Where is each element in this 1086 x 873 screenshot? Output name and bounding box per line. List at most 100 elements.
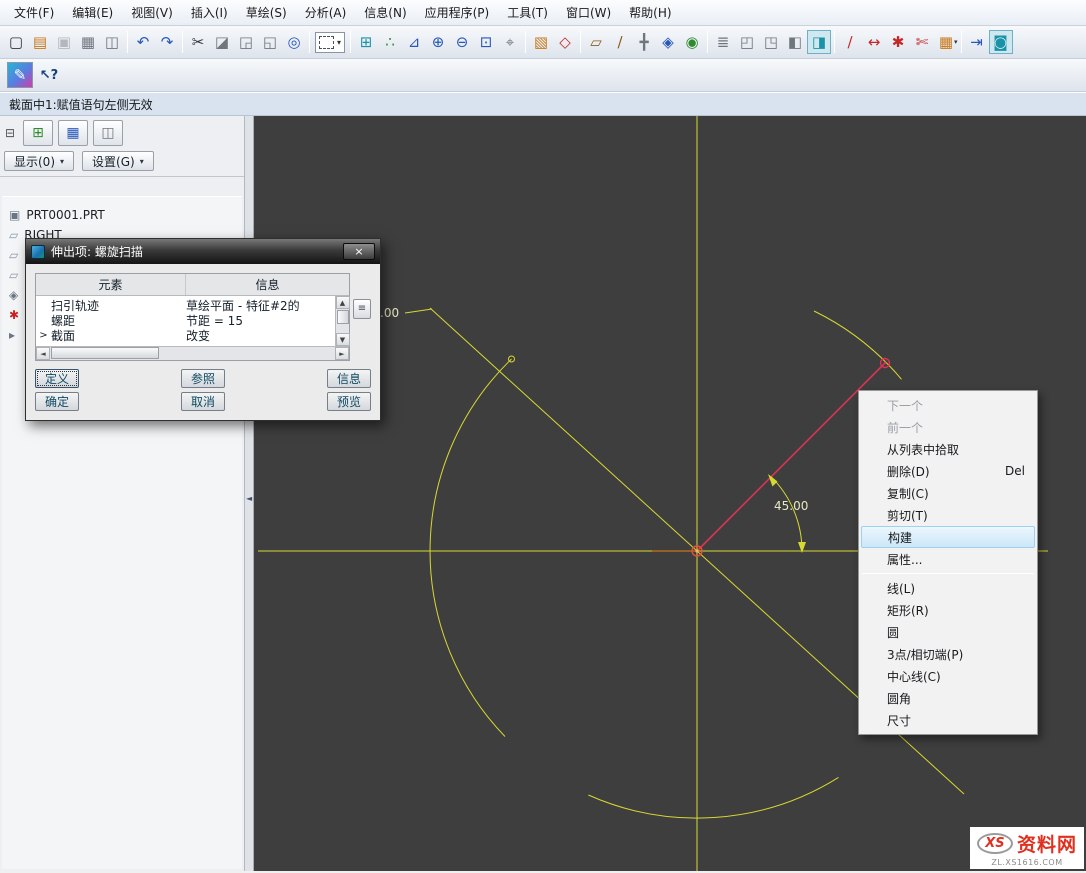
selected-line[interactable] (697, 363, 885, 551)
new-file-icon[interactable]: ▢ (4, 30, 28, 54)
tree-filter-tab-icon[interactable]: ◫ (93, 120, 123, 146)
window-tile-2-icon[interactable]: ◳ (759, 30, 783, 54)
sketch-trim-icon[interactable]: ✄ (910, 30, 934, 54)
menu-applications[interactable]: 应用程序(P) (417, 0, 498, 25)
datum-planes-icon[interactable]: ▱ (584, 30, 608, 54)
continue-section-icon[interactable]: ⇥ (965, 30, 989, 54)
spin-center-icon[interactable]: ◉ (680, 30, 704, 54)
menu-insert[interactable]: 插入(I) (183, 0, 236, 25)
refit-icon[interactable]: ⊡ (474, 30, 498, 54)
selection-filter[interactable]: ▾ (315, 32, 345, 53)
menu-info[interactable]: 信息(N) (356, 0, 414, 25)
menu-tools[interactable]: 工具(T) (499, 0, 556, 25)
done-section-icon[interactable]: ◙ (989, 30, 1013, 54)
menu-item-centerline[interactable]: 中心线(C) (859, 665, 1037, 687)
menu-edit[interactable]: 编辑(E) (64, 0, 121, 25)
menu-item-dimension[interactable]: 尺寸 (859, 709, 1037, 731)
zoom-out-icon[interactable]: ⊖ (450, 30, 474, 54)
chevron-down-icon[interactable]: ▾ (954, 38, 958, 46)
preview-button[interactable]: 预览 (327, 392, 371, 411)
sketch-line-icon[interactable]: ∕ (838, 30, 862, 54)
table-row[interactable]: > 截面 改变 (36, 328, 335, 343)
construction-arc-bottom[interactable] (588, 777, 838, 818)
paste-icon[interactable]: ◲ (234, 30, 258, 54)
sketch-grid-toggle-icon[interactable]: ⊞ (354, 30, 378, 54)
menu-item-previous[interactable]: 前一个 (859, 416, 1037, 438)
scroll-left-icon[interactable]: ◄ (36, 347, 50, 360)
undo-icon[interactable]: ↶ (131, 30, 155, 54)
collapse-panel-icon[interactable]: ◄ (246, 494, 252, 503)
sketch-modify-icon[interactable]: ✱ (886, 30, 910, 54)
construction-arc-left[interactable] (430, 359, 511, 737)
tree-item-part[interactable]: ▣ PRT0001.PRT (2, 205, 242, 225)
scrollbar-thumb[interactable] (337, 310, 349, 324)
menu-help[interactable]: 帮助(H) (621, 0, 679, 25)
horizontal-scrollbar[interactable]: ◄ ► (36, 346, 349, 360)
menu-item-rectangle[interactable]: 矩形(R) (859, 599, 1037, 621)
print-icon[interactable]: ▦ (76, 30, 100, 54)
menu-analysis[interactable]: 分析(A) (297, 0, 355, 25)
scrollbar-thumb[interactable] (51, 347, 159, 359)
settings-dropdown-button[interactable]: 设置(G) ▾ (82, 151, 154, 171)
layers-icon[interactable]: ≣ (711, 30, 735, 54)
menu-item-delete[interactable]: 删除(D) Del (859, 460, 1037, 482)
paste-special-icon[interactable]: ◱ (258, 30, 282, 54)
panel-splitter[interactable]: ◄ (245, 116, 254, 871)
menu-item-pick-from-list[interactable]: 从列表中拾取 (859, 438, 1037, 460)
angle-dimension-value[interactable]: 45.00 (774, 499, 808, 513)
cancel-button[interactable]: 取消 (181, 392, 225, 411)
layer-tree-tab-icon[interactable]: ▦ (58, 120, 88, 146)
save-icon[interactable]: ▣ (52, 30, 76, 54)
menu-item-3point-tangent[interactable]: 3点/相切端(P) (859, 643, 1037, 665)
print-preview-icon[interactable]: ◫ (100, 30, 124, 54)
dialog-titlebar[interactable]: 伸出项: 螺旋扫描 × (26, 239, 380, 264)
angle-dimension-arc[interactable] (771, 477, 802, 551)
vertical-scrollbar[interactable]: ▲ ▼ (335, 296, 349, 346)
scroll-up-icon[interactable]: ▲ (336, 296, 350, 309)
tree-columns-icon[interactable]: ⊟ (2, 125, 18, 141)
info-button[interactable]: 信息 (327, 369, 371, 388)
zoom-in-icon[interactable]: ⊕ (426, 30, 450, 54)
menu-item-next[interactable]: 下一个 (859, 394, 1037, 416)
window-tile-1-icon[interactable]: ◰ (735, 30, 759, 54)
menu-file[interactable]: 文件(F) (6, 0, 62, 25)
table-row[interactable]: 螺距 节距 = 15 (36, 313, 335, 328)
references-button[interactable]: 参照 (181, 369, 225, 388)
show-dropdown-button[interactable]: 显示(0) ▾ (4, 151, 74, 171)
context-help-icon[interactable]: ↖? (36, 63, 62, 87)
window-tile-3-icon[interactable]: ◧ (783, 30, 807, 54)
menu-view[interactable]: 视图(V) (123, 0, 181, 25)
shade-closed-loops-icon[interactable]: ▧ (529, 30, 553, 54)
menu-item-construct[interactable]: 构建 (861, 526, 1035, 548)
sketch-dimension-icon[interactable]: ↔ (862, 30, 886, 54)
model-tree-tab-icon[interactable]: ⊞ (23, 120, 53, 146)
redo-icon[interactable]: ↷ (155, 30, 179, 54)
constraint-display-icon[interactable]: ⊿ (402, 30, 426, 54)
view-manager-icon[interactable]: ◨ (807, 30, 831, 54)
construction-arc-upper-right[interactable] (814, 311, 902, 379)
truncated-dimension-value[interactable]: .00 (380, 306, 399, 320)
menu-window[interactable]: 窗口(W) (558, 0, 619, 25)
vertex-display-icon[interactable]: ∴ (378, 30, 402, 54)
table-row[interactable]: 扫引轨迹 草绘平面 - 特征#2的 (36, 298, 335, 313)
ok-button[interactable]: 确定 (35, 392, 79, 411)
zoom-window-icon[interactable]: ⌖ (498, 30, 522, 54)
csys-display-icon[interactable]: ◈ (656, 30, 680, 54)
menu-item-fillet[interactable]: 圆角 (859, 687, 1037, 709)
close-icon[interactable]: × (343, 243, 375, 260)
menu-item-line[interactable]: 线(L) (859, 577, 1037, 599)
highlight-open-ends-icon[interactable]: ◇ (553, 30, 577, 54)
sketch-tool-icon[interactable]: ✎ (7, 62, 33, 88)
info-list-button[interactable]: ≡ (353, 299, 371, 319)
menu-item-properties[interactable]: 属性... (859, 548, 1037, 570)
menu-item-copy[interactable]: 复制(C) (859, 482, 1037, 504)
datum-axes-icon[interactable]: ∕ (608, 30, 632, 54)
menu-item-circle[interactable]: 圆 (859, 621, 1037, 643)
define-button[interactable]: 定义 (35, 369, 79, 388)
open-folder-icon[interactable]: ▤ (28, 30, 52, 54)
find-icon[interactable]: ◎ (282, 30, 306, 54)
menu-sketch[interactable]: 草绘(S) (238, 0, 295, 25)
scroll-down-icon[interactable]: ▼ (336, 333, 350, 346)
datum-points-icon[interactable]: ╋ (632, 30, 656, 54)
chevron-down-icon[interactable]: ▾ (337, 38, 341, 47)
